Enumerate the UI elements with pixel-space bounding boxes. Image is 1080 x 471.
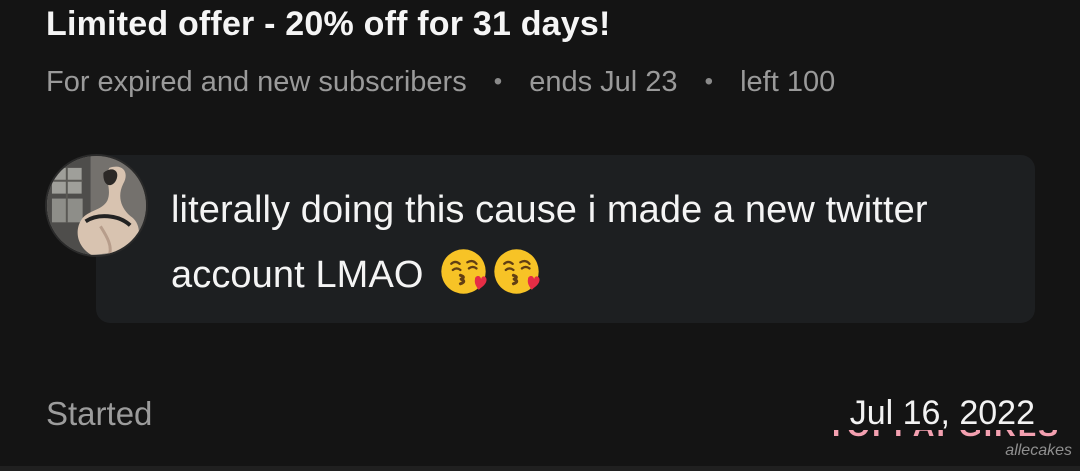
message-text: literally doing this cause i made a new … [171, 189, 928, 296]
offer-ends: ends Jul 23 [529, 66, 678, 98]
separator-dot: • [704, 68, 714, 95]
message-text-wrapper: literally doing this cause i made a new … [171, 178, 1001, 308]
watermark-brand-text: TOPFAPGIRLS [827, 430, 1077, 440]
offer-meta: For expired and new subscribers • ends J… [46, 63, 835, 103]
kissing-face-emoji [494, 249, 540, 294]
started-date: Jul 16, 2022 [849, 394, 1035, 432]
watermark-username: allecakes [1005, 442, 1072, 459]
kissing-face-emoji [441, 249, 487, 294]
offer-remaining: left 100 [740, 66, 836, 98]
offer-audience: For expired and new subscribers [46, 66, 467, 98]
separator-dot: • [493, 68, 503, 95]
watermark-brand: TOPFAPGIRLS [827, 430, 1077, 440]
offer-title: Limited offer - 20% off for 31 days! [46, 5, 611, 43]
avatar[interactable] [45, 154, 148, 257]
started-label: Started [46, 395, 153, 432]
emoji-group [439, 247, 541, 296]
bottom-divider [0, 466, 1080, 471]
avatar-image [47, 156, 146, 255]
